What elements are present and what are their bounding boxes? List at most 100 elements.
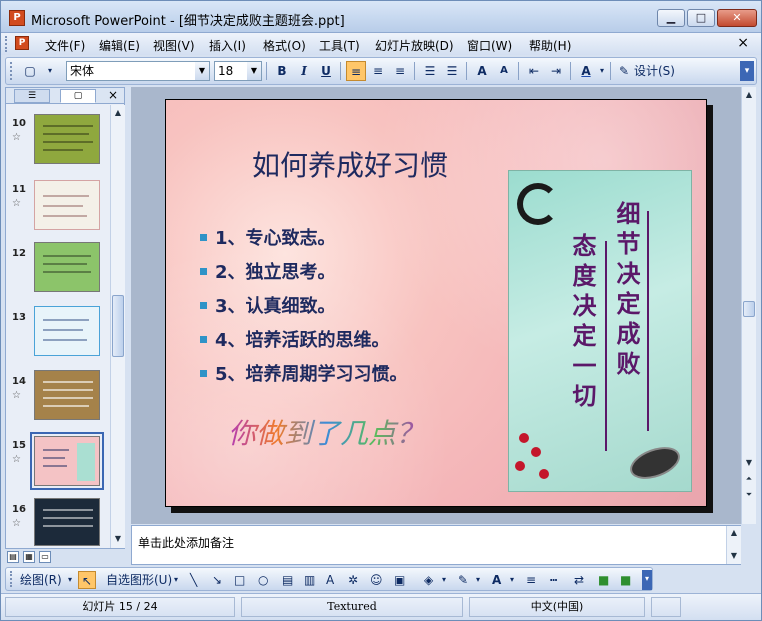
- slide-thumbnail-11[interactable]: [34, 180, 100, 230]
- line-color-icon[interactable]: ✎: [458, 571, 468, 589]
- slide-thumbnail-16[interactable]: [34, 498, 100, 546]
- poster-image[interactable]: 细节决定成败 态度决定一切: [508, 170, 692, 492]
- scroll-down-icon[interactable]: ▼: [112, 533, 124, 545]
- bullet-item[interactable]: 4、培养活跃的思维。: [200, 326, 390, 352]
- chevron-down-icon[interactable]: ▾: [510, 571, 514, 589]
- notes-pane[interactable]: 单击此处添加备注 ▲ ▼: [131, 525, 741, 565]
- panel-close-button[interactable]: ×: [108, 88, 118, 102]
- shadow-style-icon[interactable]: ■: [598, 571, 609, 589]
- scroll-up-icon[interactable]: ▲: [728, 527, 740, 539]
- scroll-up-icon[interactable]: ▲: [112, 107, 124, 119]
- scroll-thumb[interactable]: [743, 301, 755, 317]
- chevron-down-icon[interactable]: ▾: [476, 571, 480, 589]
- diagram-icon[interactable]: ✲: [348, 571, 358, 589]
- underline-button[interactable]: U: [316, 61, 336, 81]
- font-name-select[interactable]: 宋体 ▼: [66, 61, 210, 81]
- bullet-item[interactable]: 3、认真细致。: [200, 292, 336, 318]
- slide-thumbnail-10[interactable]: [34, 114, 100, 164]
- bullet-item[interactable]: 2、独立思考。: [200, 258, 336, 284]
- vertical-textbox-icon[interactable]: ▥: [304, 571, 315, 589]
- normal-view-icon[interactable]: ▤: [7, 551, 19, 563]
- align-left-icon[interactable]: ≡: [346, 61, 366, 81]
- chevron-down-icon[interactable]: ▼: [195, 62, 209, 80]
- chevron-down-icon[interactable]: ▾: [442, 571, 446, 589]
- line-icon[interactable]: ╲: [190, 571, 197, 589]
- scroll-down-icon[interactable]: ▼: [728, 550, 740, 562]
- align-right-icon[interactable]: ≡: [390, 61, 410, 81]
- 3d-style-icon[interactable]: ■: [620, 571, 631, 589]
- italic-button[interactable]: I: [294, 61, 314, 81]
- editor-scrollbar[interactable]: ▲ ▼ ⏶ ⏷: [741, 87, 756, 524]
- menu-help[interactable]: 帮助(H): [529, 37, 571, 54]
- notes-scrollbar[interactable]: ▲ ▼: [726, 526, 741, 564]
- slide-thumbnail-13[interactable]: [34, 306, 100, 356]
- outline-tab-icon[interactable]: ☰: [14, 89, 50, 103]
- decrease-font-icon[interactable]: A: [494, 61, 514, 81]
- design-icon[interactable]: ✎: [614, 61, 634, 81]
- menu-tools[interactable]: 工具(T): [319, 37, 360, 54]
- document-icon[interactable]: P: [15, 36, 29, 50]
- powerpoint-icon[interactable]: P: [9, 10, 25, 26]
- next-slide-icon[interactable]: ⏷: [743, 489, 755, 501]
- toolbar-grip[interactable]: [10, 62, 14, 80]
- slide-sorter-icon[interactable]: ▦: [23, 551, 35, 563]
- wordart-icon[interactable]: A: [326, 571, 334, 589]
- font-size-select[interactable]: 18 ▼: [214, 61, 262, 81]
- scroll-thumb[interactable]: [112, 295, 124, 357]
- select-arrow-icon[interactable]: ↖: [78, 571, 96, 589]
- slideshow-icon[interactable]: ▭: [39, 551, 51, 563]
- menu-view[interactable]: 视图(V): [153, 37, 195, 54]
- previous-slide-icon[interactable]: ⏶: [743, 473, 755, 485]
- rectangle-icon[interactable]: □: [234, 571, 245, 589]
- autoshapes-button[interactable]: 自选图形(U): [106, 571, 172, 589]
- numbered-list-icon[interactable]: ☰: [420, 61, 440, 81]
- menu-file[interactable]: 文件(F): [45, 37, 85, 54]
- menu-edit[interactable]: 编辑(E): [99, 37, 140, 54]
- scroll-up-icon[interactable]: ▲: [743, 89, 755, 101]
- toolbar-grip[interactable]: [10, 571, 14, 587]
- increase-font-icon[interactable]: A: [472, 61, 492, 81]
- menu-window[interactable]: 窗口(W): [467, 37, 512, 54]
- chevron-down-icon[interactable]: ▾: [592, 61, 612, 81]
- menu-insert[interactable]: 插入(I): [209, 37, 246, 54]
- notes-placeholder[interactable]: 单击此处添加备注: [138, 534, 234, 551]
- arrow-style-icon[interactable]: ⇄: [574, 571, 584, 589]
- toolbar-options-icon[interactable]: ▾: [642, 570, 652, 590]
- bullet-item[interactable]: 1、专心致志。: [200, 224, 336, 250]
- current-slide[interactable]: 如何养成好习惯 1、专心致志。 2、独立思考。 3、认真细致。 4、培养活跃的思…: [165, 99, 707, 507]
- maximize-button[interactable]: □: [687, 9, 715, 27]
- slide-thumbnail-12[interactable]: [34, 242, 100, 292]
- slides-panel-scrollbar[interactable]: ▲ ▼: [110, 105, 125, 548]
- scroll-down-icon[interactable]: ▼: [743, 457, 755, 469]
- clipart-icon[interactable]: ☺: [370, 571, 383, 589]
- oval-icon[interactable]: ○: [258, 571, 268, 589]
- chevron-down-icon[interactable]: ▾: [68, 571, 72, 589]
- slide-thumbnail-15[interactable]: [30, 432, 104, 490]
- chevron-down-icon[interactable]: ▾: [40, 61, 60, 81]
- slides-tab-icon[interactable]: ▢: [60, 89, 96, 103]
- font-color-icon[interactable]: A: [492, 571, 501, 589]
- arrow-icon[interactable]: ↘: [212, 571, 222, 589]
- toolbar-options-icon[interactable]: ▾: [740, 61, 754, 81]
- picture-icon[interactable]: ▣: [394, 571, 405, 589]
- fill-color-icon[interactable]: ◈: [424, 571, 433, 589]
- minimize-button[interactable]: ▁: [657, 9, 685, 27]
- slide-thumbnail-14[interactable]: [34, 370, 100, 420]
- line-style-icon[interactable]: ≡: [526, 571, 536, 589]
- menu-slideshow[interactable]: 幻灯片放映(D): [375, 37, 454, 54]
- close-button[interactable]: ✕: [717, 9, 757, 27]
- align-center-icon[interactable]: ≡: [368, 61, 388, 81]
- design-button[interactable]: 设计(S): [634, 61, 680, 81]
- chevron-down-icon[interactable]: ▼: [247, 62, 261, 80]
- menu-grip[interactable]: [5, 36, 9, 52]
- bold-button[interactable]: B: [272, 61, 292, 81]
- wordart-text[interactable]: 你做到了几点？: [228, 412, 424, 452]
- draw-menu-button[interactable]: 绘图(R): [20, 571, 62, 589]
- new-document-icon[interactable]: ▢: [20, 61, 40, 81]
- decrease-indent-icon[interactable]: ⇤: [524, 61, 544, 81]
- dash-style-icon[interactable]: ┅: [550, 571, 557, 589]
- menu-format[interactable]: 格式(O): [263, 37, 306, 54]
- increase-indent-icon[interactable]: ⇥: [546, 61, 566, 81]
- bulleted-list-icon[interactable]: ☰: [442, 61, 462, 81]
- bullet-item[interactable]: 5、培养周期学习习惯。: [200, 360, 408, 386]
